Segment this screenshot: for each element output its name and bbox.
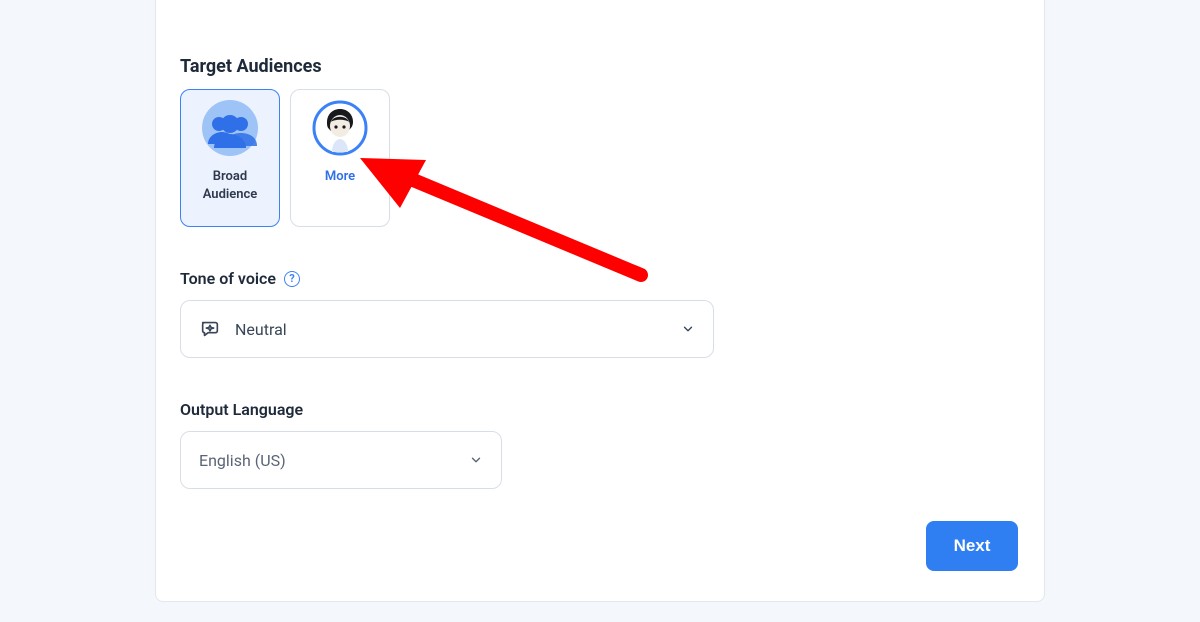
audience-card-row: Broad Audience More (180, 89, 1020, 227)
tone-label-row: Tone of voice ? (180, 269, 1020, 288)
target-audiences-heading: Target Audiences (180, 56, 1020, 77)
audience-more-label: More (323, 168, 357, 186)
chevron-down-icon (469, 453, 483, 467)
next-button[interactable]: Next (926, 521, 1018, 571)
broad-audience-icon (202, 100, 258, 156)
help-icon[interactable]: ? (284, 271, 300, 287)
language-section: Output Language English (US) (180, 400, 1020, 489)
chevron-down-icon (681, 322, 695, 336)
audience-card-broad[interactable]: Broad Audience (180, 89, 280, 227)
language-label-row: Output Language (180, 400, 1020, 419)
language-label: Output Language (180, 400, 303, 419)
tone-label: Tone of voice (180, 269, 276, 288)
more-audience-icon (312, 100, 368, 156)
tone-value: Neutral (235, 320, 681, 339)
tone-section: Tone of voice ? Neutral (180, 269, 1020, 358)
audience-broad-label: Broad Audience (185, 168, 275, 203)
tone-select[interactable]: Neutral (180, 300, 714, 358)
language-select[interactable]: English (US) (180, 431, 502, 489)
audience-card-more[interactable]: More (290, 89, 390, 227)
language-value: English (US) (199, 451, 469, 470)
tone-icon (199, 318, 221, 340)
target-audiences-section: Target Audiences (180, 56, 1020, 227)
form-card: Target Audiences (155, 0, 1045, 602)
